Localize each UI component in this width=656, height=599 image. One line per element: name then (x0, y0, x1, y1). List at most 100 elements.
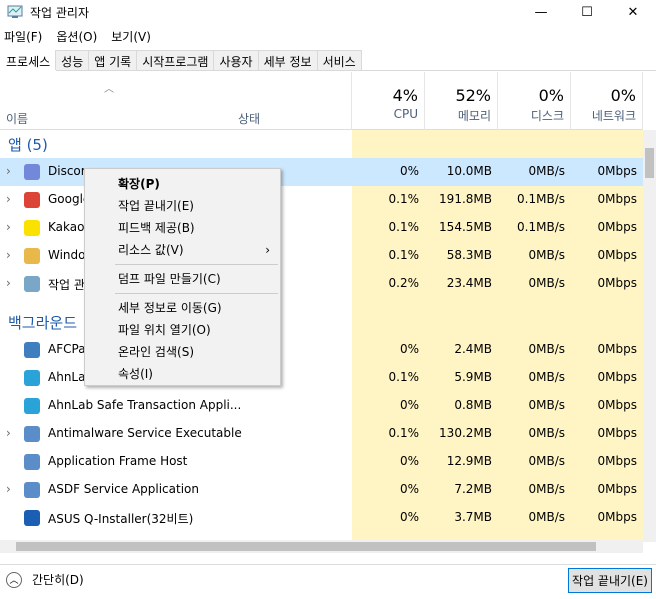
context-item-open-file-location[interactable]: 파일 위치 열기(O) (85, 319, 280, 341)
vertical-scrollbar[interactable] (643, 130, 656, 542)
process-mem: 2.4MB (454, 342, 492, 356)
menu-view[interactable]: 보기(V) (111, 28, 151, 45)
context-item-label: 리소스 값(V) (118, 243, 184, 257)
tab-users[interactable]: 사용자 (213, 50, 259, 70)
context-item-label: 속성(I) (118, 367, 153, 381)
header-name[interactable]: 이름 (6, 110, 28, 127)
context-item-properties[interactable]: 속성(I) (85, 363, 280, 385)
process-disk: 0MB/s (528, 482, 565, 496)
process-name: Application Frame Host (48, 454, 188, 468)
cpu-percent: 4% (392, 86, 418, 105)
process-mem: 130.2MB (439, 426, 492, 440)
context-item-label: 파일 위치 열기(O) (118, 323, 211, 337)
process-name: Windo (48, 248, 86, 262)
process-icon (24, 454, 40, 470)
header-status: 상태 (238, 112, 261, 126)
process-net: 0Mbps (597, 426, 637, 440)
header-memory[interactable]: 52% 메모리 (425, 72, 498, 130)
process-disk: 0MB/s (528, 276, 565, 290)
process-mem: 12.9MB (446, 454, 492, 468)
context-item-end-task[interactable]: 작업 끝내기(E) (85, 195, 280, 217)
tab-details[interactable]: 세부 정보 (257, 50, 318, 70)
tab-startup[interactable]: 시작프로그램 (136, 50, 215, 70)
expand-chevron-icon[interactable]: › (6, 276, 11, 290)
context-item-go-to-details[interactable]: 세부 정보로 이동(G) (85, 297, 280, 319)
context-item-label: 확장(P) (118, 177, 160, 191)
process-name: Antimalware Service Executable (48, 426, 242, 440)
process-cpu: 0.1% (388, 220, 420, 234)
menu-file[interactable]: 파일(F) (4, 28, 42, 45)
menu-options[interactable]: 옵션(O) (56, 28, 97, 45)
task-manager-icon (7, 5, 23, 18)
context-item-resource-values[interactable]: 리소스 값(V) › (85, 239, 280, 261)
network-label: 네트워크 (591, 109, 636, 123)
tab-app-history[interactable]: 앱 기록 (88, 50, 138, 70)
process-name: AhnLab Safe Transaction Appli... (48, 398, 242, 412)
process-icon (24, 510, 40, 526)
process-row[interactable]: AhnLab Safe Transaction Appli... 0% 0.8MB 0… (0, 392, 643, 420)
horizontal-scrollbar[interactable] (0, 540, 643, 553)
expand-chevron-icon[interactable]: › (6, 248, 11, 262)
fewer-details-button[interactable]: ︿ 간단히(D) (6, 571, 84, 588)
memory-percent: 52% (455, 86, 491, 105)
process-net: 0Mbps (597, 482, 637, 496)
process-net: 0Mbps (597, 248, 637, 262)
menu-separator (115, 293, 278, 294)
group-background: 백그라운드 (8, 314, 78, 332)
tab-services[interactable]: 서비스 (316, 50, 362, 70)
process-net: 0Mbps (597, 510, 637, 524)
process-cpu: 0.1% (388, 248, 420, 262)
expand-chevron-icon[interactable]: › (6, 426, 11, 440)
process-disk: 0.1MB/s (517, 192, 565, 206)
process-row[interactable]: › ASDF Service Application 0% 7.2MB 0MB/s 0Mb… (0, 476, 643, 504)
sort-up-icon[interactable]: ︿ (104, 80, 114, 95)
context-item-feedback[interactable]: 피드백 제공(B) (85, 217, 280, 239)
process-mem: 7.2MB (454, 482, 492, 496)
window-title: 작업 관리자 (30, 5, 90, 20)
process-mem: 10.0MB (446, 164, 492, 178)
process-disk: 0MB/s (528, 454, 565, 468)
minimize-button[interactable]: — (518, 0, 564, 24)
header-cpu[interactable]: 4% CPU (352, 72, 425, 130)
chevron-up-icon: ︿ (6, 571, 22, 588)
footer: ︿ 간단히(D) 작업 끝내기(E) (0, 564, 656, 599)
process-row[interactable]: › Antimalware Service Executable 0.1% 130.2… (0, 420, 643, 448)
group-apps: 앱 (5) (8, 136, 48, 154)
header-disk[interactable]: 0% 디스크 (498, 72, 571, 130)
process-net: 0Mbps (597, 276, 637, 290)
process-net: 0Mbps (597, 192, 637, 206)
tab-performance[interactable]: 성능 (55, 50, 90, 70)
context-item-search-online[interactable]: 온라인 검색(S) (85, 341, 280, 363)
expand-chevron-icon[interactable]: › (6, 192, 11, 206)
end-task-button[interactable]: 작업 끝내기(E) (568, 568, 652, 593)
cpu-label: CPU (393, 107, 418, 121)
process-cpu: 0% (399, 454, 419, 468)
context-item-expand[interactable]: 확장(P) (85, 173, 280, 195)
process-icon (24, 426, 40, 442)
expand-chevron-icon[interactable]: › (6, 482, 11, 496)
process-cpu: 0% (399, 342, 419, 356)
disk-label: 디스크 (530, 109, 564, 123)
expand-chevron-icon[interactable]: › (6, 164, 11, 178)
context-item-label: 덤프 파일 만들기(C) (118, 272, 221, 286)
process-row[interactable]: ASUS Q-Installer(32비트) 0% 3.7MB 0MB/s 0Mbps (0, 504, 643, 532)
context-item-label: 세부 정보로 이동(G) (118, 301, 222, 315)
tab-processes[interactable]: 프로세스 (0, 50, 57, 72)
process-disk: 0MB/s (528, 248, 565, 262)
context-item-create-dump[interactable]: 덤프 파일 만들기(C) (85, 268, 280, 290)
process-disk: 0MB/s (528, 342, 565, 356)
header-status-cell[interactable]: 상태 (232, 72, 352, 130)
context-menu: 확장(P) 작업 끝내기(E) 피드백 제공(B) 리소스 값(V) › 덤프 파일 만들… (84, 168, 281, 386)
maximize-button[interactable]: ☐ (564, 0, 610, 24)
submenu-arrow-icon: › (265, 243, 270, 257)
memory-label: 메모리 (457, 109, 491, 123)
close-button[interactable]: ✕ (610, 0, 656, 24)
process-net: 0Mbps (597, 398, 637, 412)
process-net: 0Mbps (597, 220, 637, 234)
header-network[interactable]: 0% 네트워크 (571, 72, 643, 130)
process-net: 0Mbps (597, 164, 637, 178)
process-row[interactable]: Application Frame Host 0% 12.9MB 0MB/s 0Mbps (0, 448, 643, 476)
process-mem: 23.4MB (446, 276, 492, 290)
process-icon (24, 276, 40, 292)
expand-chevron-icon[interactable]: › (6, 220, 11, 234)
